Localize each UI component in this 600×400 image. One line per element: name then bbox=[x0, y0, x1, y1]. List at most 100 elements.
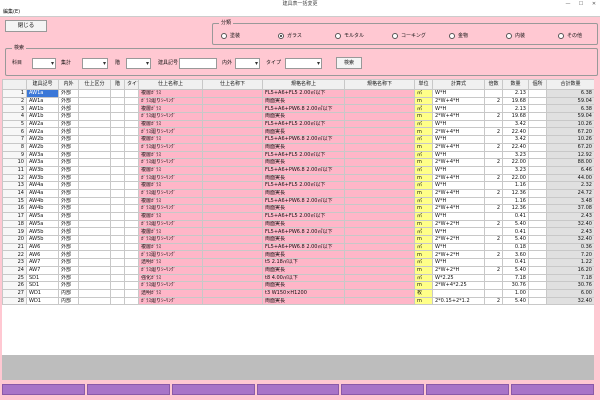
table-cell[interactable]: 59.04 bbox=[546, 96, 594, 106]
table-cell[interactable]: 3 bbox=[2, 104, 27, 114]
table-cell[interactable]: 37.08 bbox=[546, 204, 594, 213]
table-cell[interactable]: FL5+A6+PW6.8 2.00㎡以下 bbox=[262, 165, 345, 175]
table-cell[interactable]: 両面実長 bbox=[262, 281, 345, 290]
table-cell[interactable] bbox=[528, 142, 547, 152]
table-cell[interactable]: AW5b bbox=[26, 227, 59, 237]
table-cell[interactable]: 19.68 bbox=[502, 112, 529, 121]
table-cell[interactable]: AW1a bbox=[26, 96, 59, 106]
table-cell[interactable] bbox=[110, 142, 125, 152]
table-cell[interactable]: 枚 bbox=[414, 288, 433, 298]
table-cell[interactable]: ㎡ bbox=[414, 165, 433, 175]
table-cell[interactable]: 22 bbox=[2, 250, 27, 260]
table-cell[interactable]: 透明ｶﾞﾗｽ bbox=[138, 258, 203, 267]
aggregate-dropdown[interactable] bbox=[82, 58, 108, 69]
table-cell[interactable]: W*H bbox=[432, 89, 485, 98]
table-cell[interactable] bbox=[110, 265, 125, 275]
table-cell[interactable]: W*H bbox=[432, 181, 485, 190]
table-cell[interactable] bbox=[202, 258, 263, 267]
table-cell[interactable] bbox=[344, 142, 415, 152]
table-row[interactable]: 16 AW4b 外部 ｶﾞﾗｽ廻りｼｰﾘﾝｸﾞ 両面実長 m 2*W+4*H 2 12.36 37… bbox=[2, 204, 594, 213]
table-cell[interactable] bbox=[110, 196, 125, 206]
table-cell[interactable] bbox=[344, 150, 415, 160]
table-cell[interactable] bbox=[202, 135, 263, 144]
table-row[interactable]: 20 AW5b 外部 ｶﾞﾗｽ廻りｼｰﾘﾝｸﾞ 両面実長 m 2*W+2*H 2 5.40 32.… bbox=[2, 235, 594, 244]
table-cell[interactable]: FL5+A6+FL5 2.00㎡以下 bbox=[262, 89, 345, 98]
table-cell[interactable]: ㎡ bbox=[414, 227, 433, 237]
table-cell[interactable] bbox=[202, 288, 263, 298]
table-cell[interactable] bbox=[344, 219, 415, 229]
table-cell[interactable]: AW2b bbox=[26, 135, 59, 144]
table-cell[interactable] bbox=[124, 258, 139, 267]
table-cell[interactable] bbox=[484, 181, 503, 190]
table-cell[interactable]: 2.13 bbox=[502, 104, 529, 114]
table-cell[interactable]: 28 bbox=[2, 296, 27, 306]
table-cell[interactable]: ｶﾞﾗｽ廻りｼｰﾘﾝｸﾞ bbox=[138, 142, 203, 152]
table-cell[interactable]: 25 bbox=[2, 273, 27, 283]
table-cell[interactable]: AW5a bbox=[26, 219, 59, 229]
table-cell[interactable]: SD1 bbox=[26, 281, 59, 290]
table-cell[interactable] bbox=[484, 281, 503, 290]
table-cell[interactable] bbox=[78, 273, 111, 283]
table-cell[interactable]: AW2a bbox=[26, 119, 59, 129]
table-cell[interactable]: 2*W+4*H bbox=[432, 142, 485, 152]
table-cell[interactable]: AW4a bbox=[26, 188, 59, 198]
table-cell[interactable]: 27 bbox=[2, 288, 27, 298]
table-cell[interactable]: AW7 bbox=[26, 258, 59, 267]
floor-dropdown[interactable] bbox=[126, 58, 151, 69]
table-row[interactable]: 18 AW5a 外部 ｶﾞﾗｽ廻りｼｰﾘﾝｸﾞ 両面実長 m 2*W+2*H 2 5.40 32.… bbox=[2, 219, 594, 229]
table-cell[interactable] bbox=[78, 165, 111, 175]
table-cell[interactable] bbox=[528, 188, 547, 198]
table-cell[interactable]: 59.04 bbox=[546, 112, 594, 121]
table-cell[interactable]: 6.00 bbox=[546, 288, 594, 298]
table-cell[interactable] bbox=[110, 119, 125, 129]
table-cell[interactable] bbox=[528, 250, 547, 260]
table-cell[interactable]: 2*W+4*H bbox=[432, 173, 485, 183]
table-cell[interactable] bbox=[484, 89, 503, 98]
table-cell[interactable]: 10.26 bbox=[546, 119, 594, 129]
table-cell[interactable] bbox=[202, 265, 263, 275]
table-cell[interactable] bbox=[202, 204, 263, 213]
table-cell[interactable]: 22.40 bbox=[502, 127, 529, 137]
table-cell[interactable]: 外部 bbox=[58, 227, 79, 237]
table-cell[interactable] bbox=[78, 135, 111, 144]
menu-edit[interactable]: 編集(E) bbox=[3, 9, 20, 15]
table-cell[interactable]: 2 bbox=[484, 173, 503, 183]
table-cell[interactable] bbox=[78, 112, 111, 121]
column-header[interactable]: 数量 bbox=[502, 79, 529, 90]
table-cell[interactable]: 外部 bbox=[58, 204, 79, 213]
table-cell[interactable] bbox=[344, 235, 415, 244]
table-cell[interactable] bbox=[124, 96, 139, 106]
table-cell[interactable] bbox=[202, 150, 263, 160]
table-cell[interactable] bbox=[110, 150, 125, 160]
table-cell[interactable]: 12.92 bbox=[546, 150, 594, 160]
maximize-icon[interactable]: ☐ bbox=[575, 0, 587, 8]
table-cell[interactable] bbox=[528, 219, 547, 229]
table-cell[interactable]: 外部 bbox=[58, 89, 79, 98]
table-cell[interactable]: 外部 bbox=[58, 196, 79, 206]
table-cell[interactable] bbox=[78, 173, 111, 183]
table-cell[interactable]: 0.41 bbox=[502, 227, 529, 237]
table-cell[interactable]: ｶﾞﾗｽ廻りｼｰﾘﾝｸﾞ bbox=[138, 173, 203, 183]
table-row[interactable]: 22 AW6 外部 ｶﾞﾗｽ廻りｼｰﾘﾝｸﾞ 両面実長 m 2*W+2*H 2 3.60 7.20 bbox=[2, 250, 594, 260]
table-cell[interactable]: 4 bbox=[2, 112, 27, 121]
column-header[interactable]: 規格名称下 bbox=[344, 79, 415, 90]
table-cell[interactable]: ㎡ bbox=[414, 89, 433, 98]
table-cell[interactable]: FL5+A6+FL5 2.00㎡以下 bbox=[262, 119, 345, 129]
radio-other[interactable]: その他 bbox=[558, 32, 582, 39]
table-cell[interactable] bbox=[110, 227, 125, 237]
subject-dropdown[interactable] bbox=[32, 58, 56, 69]
table-cell[interactable]: 3.60 bbox=[502, 250, 529, 260]
table-cell[interactable]: AW3b bbox=[26, 173, 59, 183]
table-cell[interactable]: W*H bbox=[432, 135, 485, 144]
table-cell[interactable] bbox=[344, 173, 415, 183]
table-cell[interactable] bbox=[202, 235, 263, 244]
table-cell[interactable]: 2 bbox=[484, 235, 503, 244]
table-cell[interactable]: 6.38 bbox=[546, 104, 594, 114]
table-cell[interactable]: 88.00 bbox=[546, 158, 594, 167]
table-cell[interactable] bbox=[528, 281, 547, 290]
function-button-1[interactable] bbox=[2, 384, 85, 395]
table-cell[interactable] bbox=[78, 258, 111, 267]
table-cell[interactable] bbox=[528, 296, 547, 306]
table-cell[interactable]: 9 bbox=[2, 150, 27, 160]
table-cell[interactable]: 外部 bbox=[58, 135, 79, 144]
